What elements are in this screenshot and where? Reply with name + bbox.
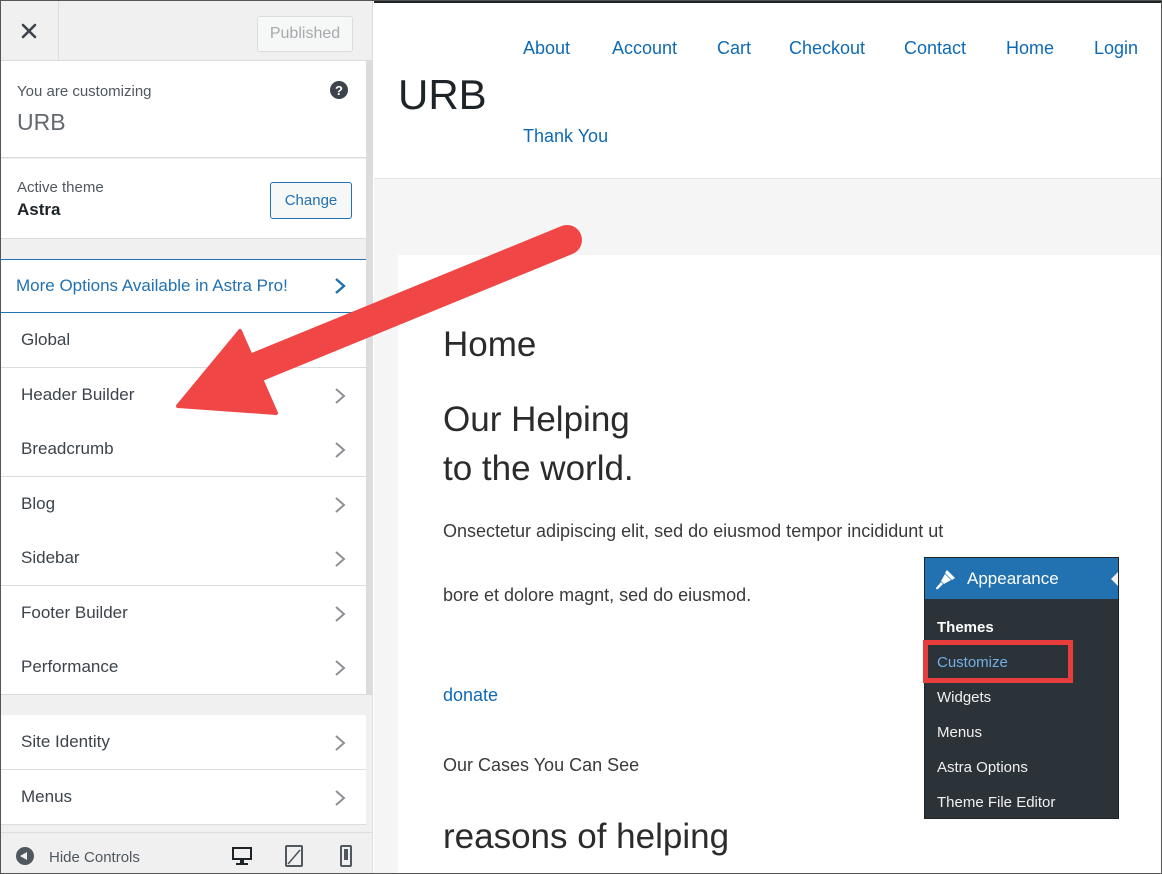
- customizing-label: You are customizing: [17, 83, 152, 100]
- change-theme-button[interactable]: Change: [270, 182, 352, 219]
- section-site-identity[interactable]: Site Identity: [0, 715, 366, 770]
- tablet-icon[interactable]: [282, 845, 306, 867]
- appearance-menu-title: Appearance: [967, 569, 1059, 588]
- nav-link-account[interactable]: Account: [612, 38, 677, 59]
- nav-link-contact[interactable]: Contact: [904, 38, 966, 59]
- nav-link-thank-you[interactable]: Thank You: [523, 126, 608, 147]
- chevron-right-icon: [335, 442, 346, 458]
- hero-line-1: Our Helping: [443, 400, 630, 439]
- section-label: Footer Builder: [21, 603, 128, 622]
- customizer-header: Published: [0, 0, 372, 61]
- site-header: URB About Account Cart Checkout Contact …: [374, 3, 1162, 179]
- close-icon: [21, 23, 37, 38]
- nav-link-home[interactable]: Home: [1006, 38, 1054, 59]
- section-label: Breadcrumb: [21, 439, 114, 458]
- sidebar-scrollbar[interactable]: [366, 61, 372, 695]
- section-label: Performance: [21, 657, 119, 676]
- section-label: Blog: [21, 494, 56, 513]
- help-icon[interactable]: ?: [330, 81, 348, 99]
- section-label: Sidebar: [21, 548, 80, 567]
- customizing-site-name: URB: [17, 109, 66, 135]
- section-blog[interactable]: Blog: [0, 477, 366, 532]
- section-label: Global: [21, 330, 71, 349]
- astra-pro-link[interactable]: More Options Available in Astra Pro!: [0, 259, 366, 313]
- mobile-icon[interactable]: [334, 845, 358, 867]
- intro-paragraph-2: bore et dolore magnt, sed do eiusmod.: [443, 585, 752, 605]
- appearance-menu-header[interactable]: Appearance: [925, 558, 1118, 599]
- chevron-right-icon: [335, 660, 346, 676]
- menu-item-themes[interactable]: Themes: [937, 619, 994, 636]
- hero-heading: Our Helping to the world.: [443, 395, 634, 493]
- section-header-builder[interactable]: Header Builder: [0, 368, 366, 423]
- nav-link-login[interactable]: Login: [1094, 38, 1138, 59]
- section-label: Site Identity: [21, 732, 110, 751]
- section-breadcrumb[interactable]: Breadcrumb: [0, 422, 366, 477]
- customize-highlight-box: [923, 640, 1073, 683]
- intro-paragraph: Onsectetur adipiscing elit, sed do eiusm…: [443, 521, 944, 541]
- customizer-info: You are customizing URB ?: [0, 61, 366, 158]
- menu-item-astra-options[interactable]: Astra Options: [937, 759, 1028, 776]
- active-theme-name: Astra: [17, 200, 61, 219]
- collapse-sidebar-icon[interactable]: [16, 847, 34, 865]
- paintbrush-icon: [936, 570, 955, 590]
- customizer-sidebar: Published You are customizing URB ? Acti…: [0, 0, 373, 874]
- chevron-right-icon: [335, 497, 346, 513]
- section-menus[interactable]: Menus: [0, 770, 366, 825]
- customizer-footer: Hide Controls: [0, 832, 372, 874]
- menu-item-theme-file-editor[interactable]: Theme File Editor: [937, 794, 1055, 811]
- hero-line-2: to the world.: [443, 449, 634, 488]
- nav-link-cart[interactable]: Cart: [717, 38, 751, 59]
- section-sidebar[interactable]: Sidebar: [0, 531, 366, 586]
- reasons-heading: reasons of helping: [443, 817, 730, 856]
- section-performance[interactable]: Performance: [0, 640, 366, 695]
- publish-button[interactable]: Published: [257, 16, 353, 52]
- chevron-right-icon: [335, 388, 346, 404]
- page-title: Home: [443, 325, 537, 364]
- section-label: Header Builder: [21, 385, 135, 404]
- menu-item-widgets[interactable]: Widgets: [937, 689, 991, 706]
- chevron-right-icon: [335, 551, 346, 567]
- section-global[interactable]: Global: [0, 313, 366, 368]
- section-label: Menus: [21, 787, 73, 806]
- hide-controls-button[interactable]: Hide Controls: [49, 849, 140, 866]
- close-customizer-button[interactable]: [0, 0, 59, 61]
- appearance-admin-menu: Appearance Themes Customize Widgets Menu…: [924, 557, 1119, 819]
- chevron-right-icon: [335, 735, 346, 751]
- chevron-right-icon: [335, 790, 346, 806]
- chevron-right-icon: [335, 606, 346, 622]
- nav-link-checkout[interactable]: Checkout: [789, 38, 865, 59]
- active-theme-label: Active theme: [17, 179, 104, 196]
- site-title[interactable]: URB: [398, 71, 487, 119]
- astra-pro-label: More Options Available in Astra Pro!: [16, 276, 288, 295]
- nav-link-about[interactable]: About: [523, 38, 570, 59]
- active-theme-section: Active theme Astra Change: [0, 159, 366, 239]
- chevron-right-icon: [335, 278, 346, 294]
- donate-link[interactable]: donate: [443, 685, 498, 706]
- cases-text: Our Cases You Can See: [443, 755, 640, 775]
- desktop-icon[interactable]: [230, 845, 254, 867]
- section-footer-builder[interactable]: Footer Builder: [0, 586, 366, 641]
- menu-item-menus[interactable]: Menus: [937, 724, 982, 741]
